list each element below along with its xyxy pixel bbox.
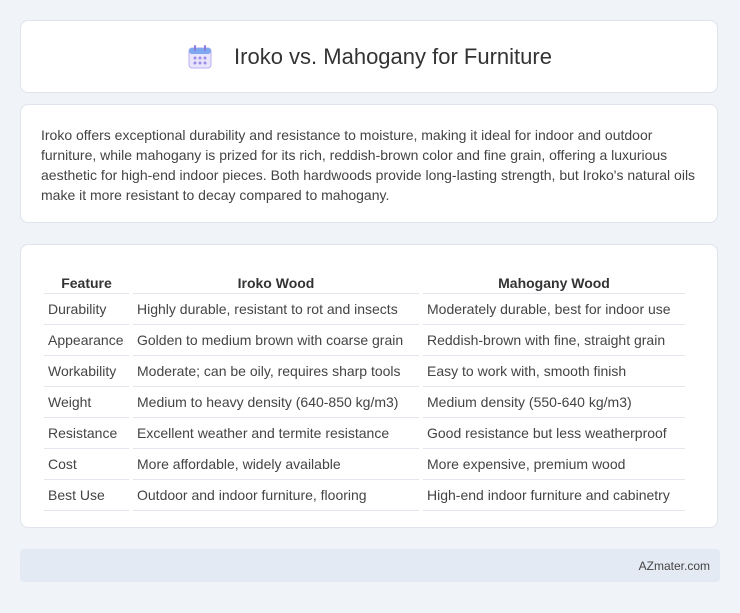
row-mahogany-value: Easy to work with, smooth finish — [423, 356, 685, 387]
row-feature: Durability — [44, 294, 129, 325]
row-iroko-value: Outdoor and indoor furniture, flooring — [133, 480, 419, 511]
row-feature: Appearance — [44, 325, 129, 356]
row-mahogany-value: More expensive, premium wood — [423, 449, 685, 480]
row-feature: Workability — [44, 356, 129, 387]
table-row: Cost More affordable, widely available M… — [44, 449, 685, 480]
table-row: Durability Highly durable, resistant to … — [44, 294, 685, 325]
row-mahogany-value: Moderately durable, best for indoor use — [423, 294, 685, 325]
row-iroko-value: Highly durable, resistant to rot and ins… — [133, 294, 419, 325]
row-feature: Resistance — [44, 418, 129, 449]
table-row: Workability Moderate; can be oily, requi… — [44, 356, 685, 387]
row-mahogany-value: Reddish-brown with fine, straight grain — [423, 325, 685, 356]
row-iroko-value: Moderate; can be oily, requires sharp to… — [133, 356, 419, 387]
calendar-icon — [186, 43, 214, 71]
row-feature: Best Use — [44, 480, 129, 511]
comparison-table-card: Feature Iroko Wood Mahogany Wood Durabil… — [20, 244, 718, 528]
page-title: Iroko vs. Mahogany for Furniture — [234, 43, 552, 69]
footer-brand[interactable]: AZmater.com — [639, 559, 710, 573]
table-row: Resistance Excellent weather and termite… — [44, 418, 685, 449]
row-feature: Weight — [44, 387, 129, 418]
footer-bar: AZmater.com — [20, 549, 720, 582]
row-iroko-value: Excellent weather and termite resistance — [133, 418, 419, 449]
description-card: Iroko offers exceptional durability and … — [20, 104, 718, 223]
row-iroko-value: More affordable, widely available — [133, 449, 419, 480]
row-mahogany-value: High-end indoor furniture and cabinetry — [423, 480, 685, 511]
column-header-iroko: Iroko Wood — [133, 265, 419, 294]
table-header-row: Feature Iroko Wood Mahogany Wood — [44, 265, 685, 294]
description-text: Iroko offers exceptional durability and … — [41, 127, 696, 203]
row-feature: Cost — [44, 449, 129, 480]
table-row: Weight Medium to heavy density (640-850 … — [44, 387, 685, 418]
row-iroko-value: Medium to heavy density (640-850 kg/m3) — [133, 387, 419, 418]
row-mahogany-value: Good resistance but less weatherproof — [423, 418, 685, 449]
comparison-table: Feature Iroko Wood Mahogany Wood Durabil… — [40, 265, 689, 511]
table-row: Appearance Golden to medium brown with c… — [44, 325, 685, 356]
column-header-feature: Feature — [44, 265, 129, 294]
title-card: Iroko vs. Mahogany for Furniture — [20, 20, 718, 93]
table-row: Best Use Outdoor and indoor furniture, f… — [44, 480, 685, 511]
row-iroko-value: Golden to medium brown with coarse grain — [133, 325, 419, 356]
column-header-mahogany: Mahogany Wood — [423, 265, 685, 294]
row-mahogany-value: Medium density (550-640 kg/m3) — [423, 387, 685, 418]
